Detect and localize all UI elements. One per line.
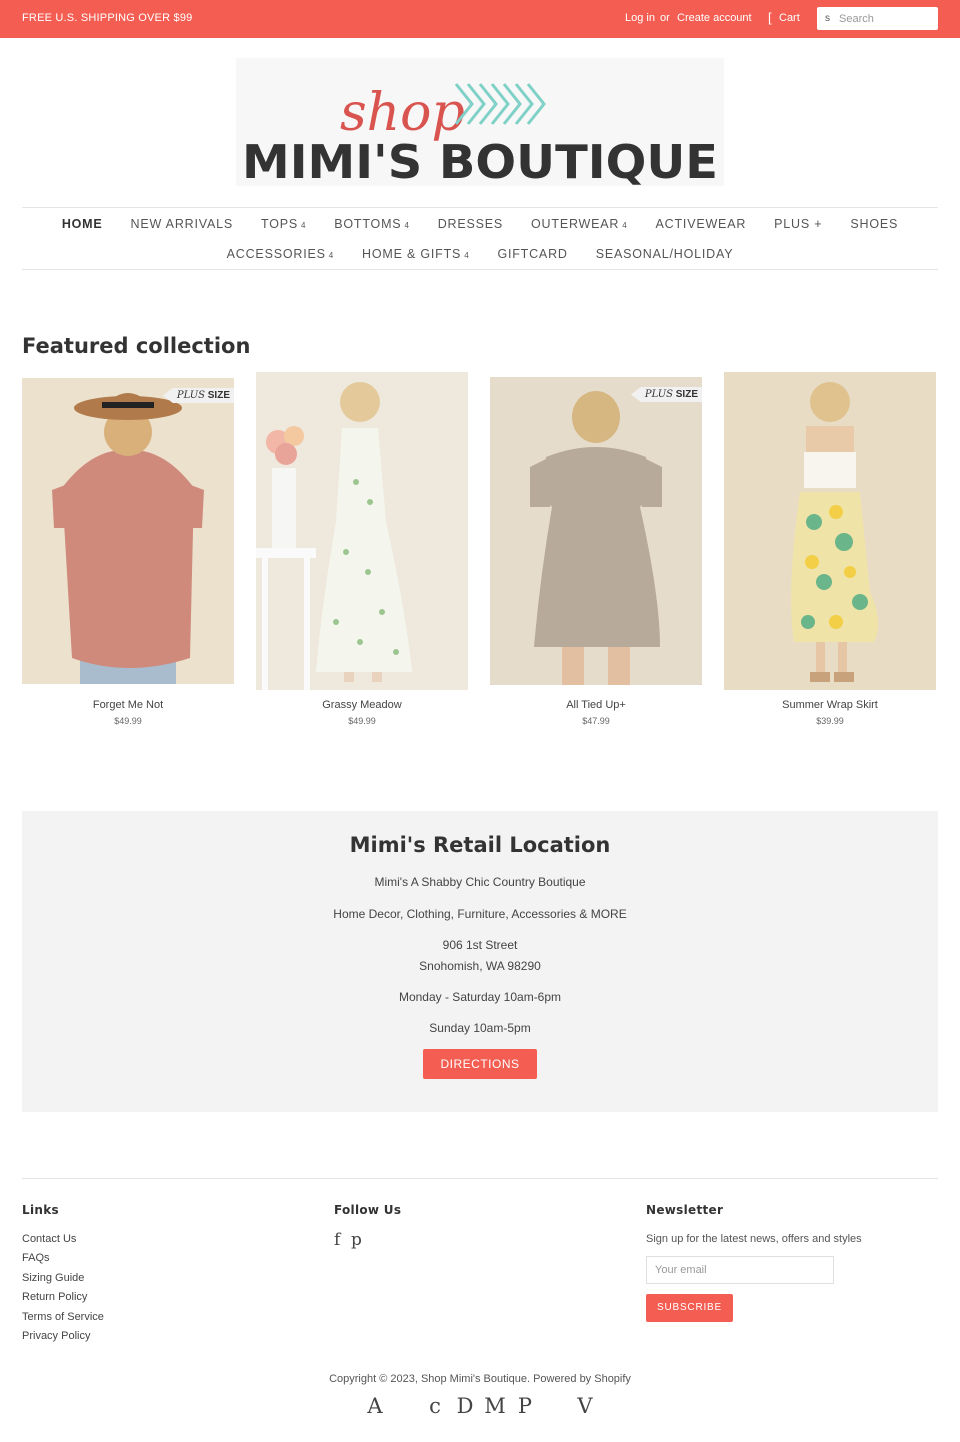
product-image[interactable]: PLUS SIZE [22, 378, 234, 684]
caret-icon: 4 [328, 251, 334, 260]
nav-plus[interactable]: PLUS + [760, 216, 836, 234]
footer-links-heading: Links [22, 1203, 59, 1217]
retail-street: 906 1st Street [442, 938, 518, 952]
caret-icon: 4 [464, 251, 470, 260]
visa-icon: V [577, 1394, 593, 1418]
site-logo[interactable]: shop MIMI'S BOUTIQUE [236, 58, 724, 186]
product-image[interactable]: PLUS SIZE [490, 377, 702, 685]
product-name[interactable]: Grassy Meadow [256, 699, 468, 711]
product-image[interactable] [724, 372, 936, 690]
nav-accessories[interactable]: ACCESSORIES 4 [213, 246, 348, 264]
nav-activewear[interactable]: ACTIVEWEAR [642, 216, 761, 234]
cart-link[interactable]: Cart [779, 12, 800, 24]
product-price: $49.99 [114, 716, 142, 726]
featured-collection-title: Featured collection [22, 334, 251, 358]
nav-seasonal-holiday[interactable]: SEASONAL/HOLIDAY [582, 246, 748, 264]
directions-button[interactable]: DIRECTIONS [423, 1049, 537, 1079]
nav-row-2: ACCESSORIES 4 HOME & GIFTS 4 GIFTCARD SEAS… [22, 246, 938, 264]
apple-pay-icon [390, 1394, 420, 1418]
caret-icon: 4 [622, 221, 628, 230]
product-name[interactable]: Summer Wrap Skirt [724, 699, 936, 711]
nav-row-1: HOME NEW ARRIVALS TOPS 4 BOTTOMS 4 DRESSES… [22, 216, 938, 234]
retail-location-section: Mimi's Retail Location Mimi's A Shabby C… [22, 811, 938, 1112]
product-price: $39.99 [816, 716, 844, 726]
nav-new-arrivals[interactable]: NEW ARRIVALS [117, 216, 247, 234]
mastercard-icon: M [484, 1394, 506, 1418]
caret-icon: 4 [404, 221, 410, 230]
product-name[interactable]: Forget Me Not [22, 699, 234, 711]
retail-hours-sunday: Sunday 10am-5pm [429, 1021, 531, 1035]
amex-icon: A [367, 1394, 383, 1418]
announcement-bar: FREE U.S. SHIPPING OVER $99 Log in or Cr… [0, 0, 960, 38]
subscribe-button[interactable]: SUBSCRIBE [646, 1294, 733, 1322]
diners-club-icon: c [429, 1394, 441, 1418]
footer-link-faqs[interactable]: FAQs [22, 1252, 50, 1264]
plus-size-badge: PLUS SIZE [162, 388, 234, 403]
main-navigation: HOME NEW ARRIVALS TOPS 4 BOTTOMS 4 DRESSES… [22, 207, 938, 270]
nav-outerwear[interactable]: OUTERWEAR 4 [517, 216, 641, 234]
shopify-pay-icon [540, 1394, 570, 1418]
newsletter-email-field[interactable] [646, 1256, 834, 1284]
footer-link-sizing[interactable]: Sizing Guide [22, 1272, 84, 1284]
copyright-text: Copyright © 2023, Shop Mimi's Boutique. … [329, 1373, 631, 1385]
nav-home-gifts[interactable]: HOME & GIFTS 4 [348, 246, 483, 264]
retail-tagline: Mimi's A Shabby Chic Country Boutique [374, 875, 586, 889]
pinterest-icon[interactable]: p [351, 1230, 362, 1250]
retail-city: Snohomish, WA 98290 [419, 959, 541, 973]
product-image[interactable] [256, 372, 468, 690]
paypal-icon: P [517, 1394, 533, 1418]
caret-icon: 4 [301, 221, 307, 230]
search-input[interactable] [839, 10, 933, 27]
facebook-icon[interactable]: f [334, 1230, 340, 1250]
nav-dresses[interactable]: DRESSES [424, 216, 517, 234]
plus-size-badge: PLUS SIZE [630, 387, 702, 402]
footer-newsletter-heading: Newsletter [646, 1203, 724, 1217]
shipping-promo: FREE U.S. SHIPPING OVER $99 [22, 12, 193, 24]
login-link[interactable]: Log in [625, 12, 655, 24]
nav-home[interactable]: HOME [48, 216, 117, 234]
nav-giftcard[interactable]: GIFTCARD [483, 246, 581, 264]
create-account-link[interactable]: Create account [677, 12, 752, 24]
product-name[interactable]: All Tied Up+ [490, 699, 702, 711]
logo-script-text: shop [340, 83, 465, 143]
payment-icons: A c D M P V [0, 1394, 960, 1418]
logo-arrows [454, 83, 546, 125]
retail-description: Home Decor, Clothing, Furniture, Accesso… [333, 907, 627, 921]
footer-link-privacy[interactable]: Privacy Policy [22, 1330, 90, 1342]
newsletter-description: Sign up for the latest news, offers and … [646, 1233, 862, 1245]
retail-hours-weekday: Monday - Saturday 10am-6pm [398, 990, 562, 1004]
retail-location-title: Mimi's Retail Location [349, 833, 611, 857]
search-icon[interactable]: s [825, 13, 830, 24]
search-box[interactable]: s [817, 7, 938, 30]
cart-icon[interactable]: [ [768, 10, 772, 25]
nav-tops[interactable]: TOPS 4 [247, 216, 320, 234]
product-price: $47.99 [582, 716, 610, 726]
footer-divider [22, 1178, 938, 1179]
product-price: $49.99 [348, 716, 376, 726]
email-input[interactable] [647, 1257, 833, 1283]
footer-link-contact[interactable]: Contact Us [22, 1233, 76, 1245]
footer-link-terms[interactable]: Terms of Service [22, 1311, 104, 1323]
nav-shoes[interactable]: SHOES [836, 216, 912, 234]
discover-icon: D [456, 1394, 474, 1418]
or-text: or [660, 12, 670, 24]
footer-link-return[interactable]: Return Policy [22, 1291, 87, 1303]
logo-name-text: MIMI'S BOUTIQUE [242, 135, 718, 186]
footer-follow-heading: Follow Us [334, 1203, 402, 1217]
nav-bottoms[interactable]: BOTTOMS 4 [320, 216, 423, 234]
